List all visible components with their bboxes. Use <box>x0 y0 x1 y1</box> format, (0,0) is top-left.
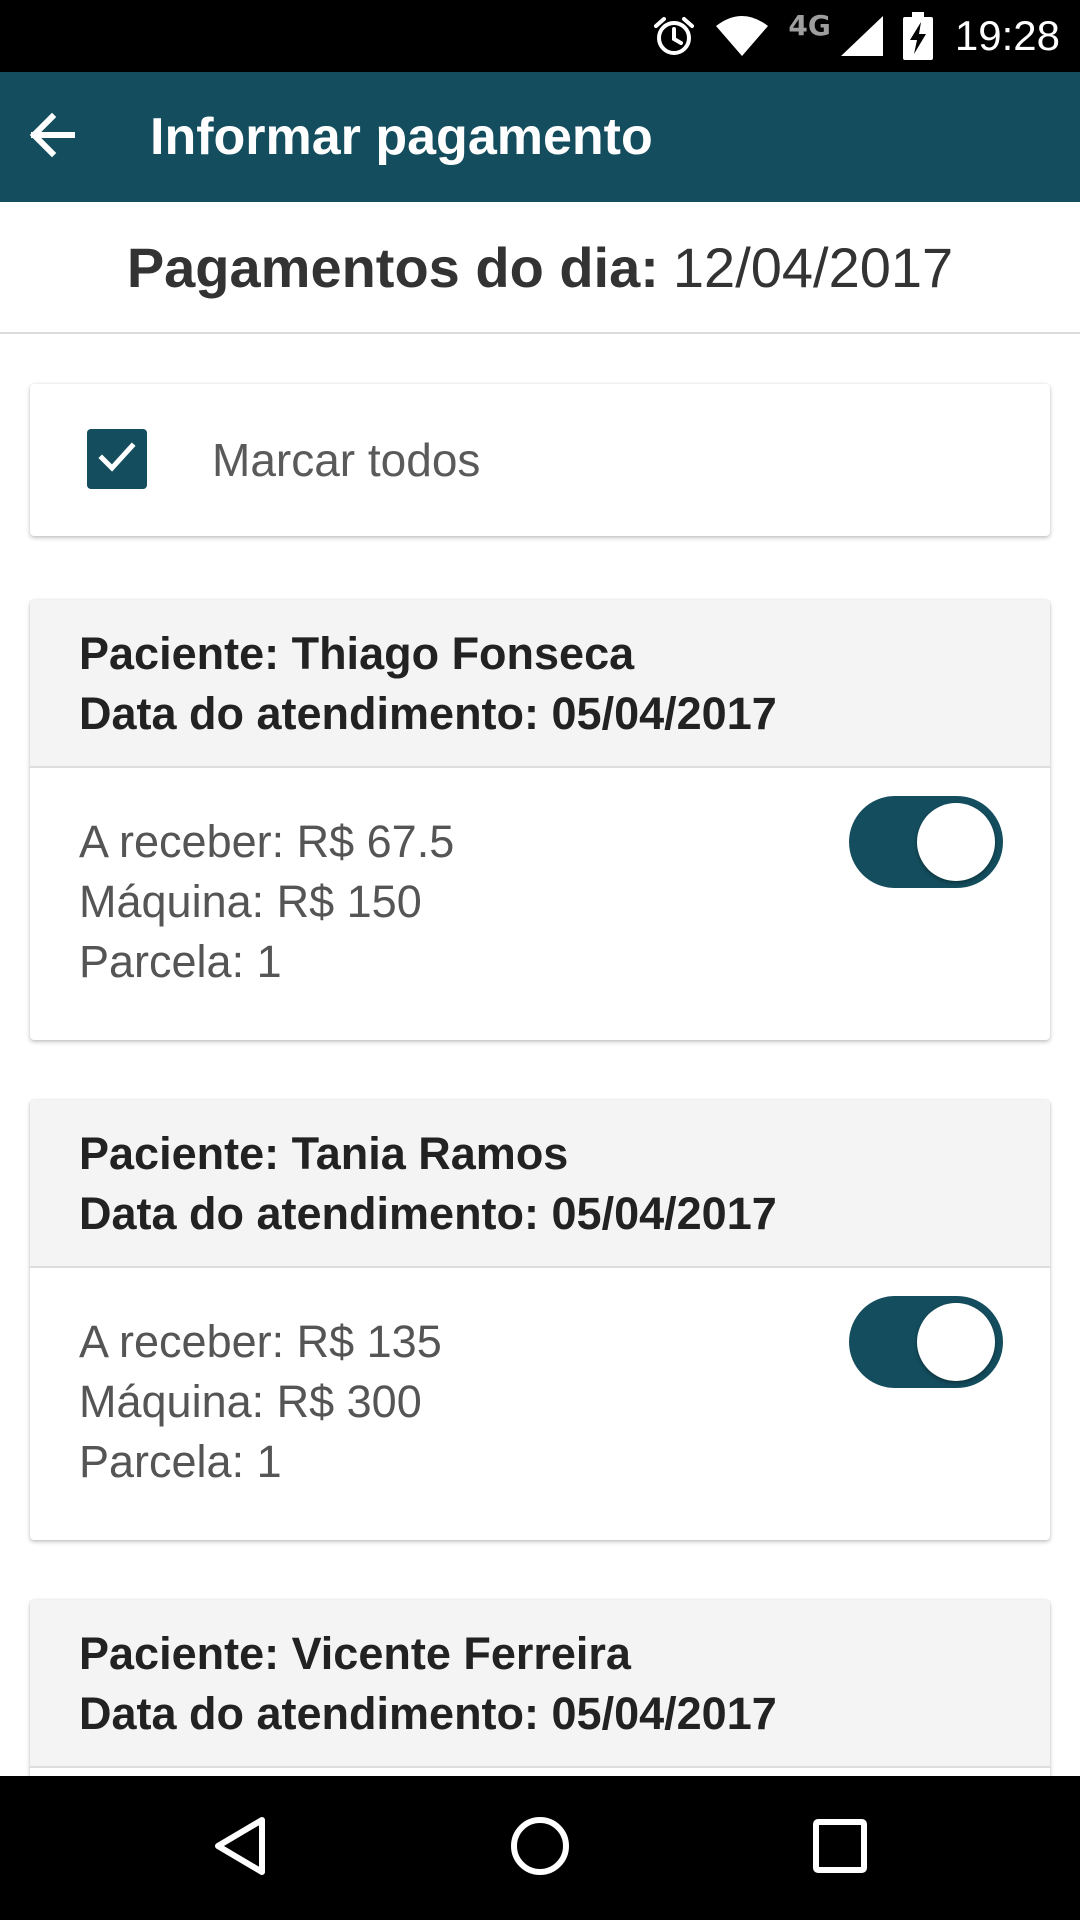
alarm-icon <box>652 14 696 58</box>
back-triangle-icon <box>212 1816 268 1881</box>
nav-recents-button[interactable] <box>790 1798 890 1898</box>
payment-card: Paciente: Tania Ramos Data do atendiment… <box>30 1100 1050 1540</box>
status-clock: 19:28 <box>954 12 1060 59</box>
payment-card-header: Paciente: Tania Ramos Data do atendiment… <box>30 1100 1050 1268</box>
mark-all-card[interactable]: Marcar todos <box>30 384 1050 536</box>
arrow-back-icon <box>26 109 78 166</box>
nav-back-button[interactable] <box>190 1798 290 1898</box>
back-button[interactable] <box>10 95 94 179</box>
status-bar: 4G 19:28 <box>0 0 1080 72</box>
appointment-date: Data do atendimento: 05/04/2017 <box>79 688 777 739</box>
recents-square-icon <box>812 1818 868 1879</box>
day-header-date: 12/04/2017 <box>672 235 954 299</box>
payment-card-header: Paciente: Vicente Ferreira Data do atend… <box>30 1600 1050 1768</box>
network-type-label: 4G <box>788 8 831 42</box>
payment-card-body: A receber: R$ 67.5 Máquina: R$ 150 Parce… <box>30 768 1050 992</box>
payment-card: Paciente: Thiago Fonseca Data do atendim… <box>30 600 1050 1040</box>
installment: Parcela: 1 <box>79 936 282 987</box>
patient-name: Paciente: Vicente Ferreira <box>79 1628 631 1679</box>
toggle-knob <box>917 803 995 881</box>
navigation-bar <box>0 1776 1080 1920</box>
patient-name: Paciente: Thiago Fonseca <box>79 628 635 679</box>
home-circle-icon <box>510 1816 570 1881</box>
check-icon <box>95 435 139 484</box>
payment-card-header: Paciente: Thiago Fonseca Data do atendim… <box>30 600 1050 768</box>
app-bar: Informar pagamento <box>0 72 1080 202</box>
nav-home-button[interactable] <box>490 1798 590 1898</box>
toggle-knob <box>917 1303 995 1381</box>
wifi-icon <box>714 14 770 58</box>
signal-icon <box>839 14 885 58</box>
payment-card-body: A receber: R$ 135 Máquina: R$ 300 Parcel… <box>30 1268 1050 1492</box>
patient-name: Paciente: Tania Ramos <box>79 1128 569 1179</box>
installment: Parcela: 1 <box>79 1436 282 1487</box>
mark-all-checkbox[interactable] <box>87 429 147 489</box>
appointment-date: Data do atendimento: 05/04/2017 <box>79 1688 777 1739</box>
day-header-label: Pagamentos do dia: <box>126 235 659 299</box>
status-icons: 4G 19:28 <box>652 0 1060 72</box>
day-header: Pagamentos do dia: 12/04/2017 <box>0 202 1080 334</box>
payment-toggle[interactable] <box>849 796 1003 888</box>
mark-all-label: Marcar todos <box>212 434 481 486</box>
appointment-date: Data do atendimento: 05/04/2017 <box>79 1188 777 1239</box>
page-title: Informar pagamento <box>150 108 653 166</box>
battery-charging-icon <box>902 12 933 60</box>
payment-toggle[interactable] <box>849 1296 1003 1388</box>
